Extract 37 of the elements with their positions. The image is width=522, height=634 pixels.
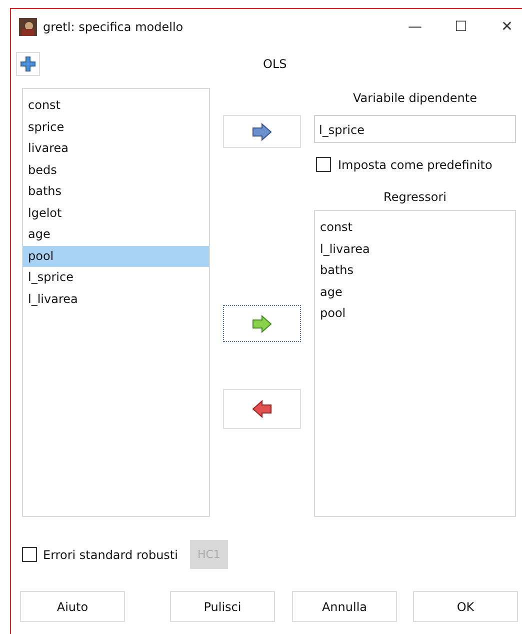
regressor-item[interactable]: age (315, 282, 515, 303)
ok-button[interactable]: OK (413, 591, 518, 622)
app-icon (19, 18, 37, 36)
variable-item[interactable]: sprice (23, 116, 209, 138)
clear-button[interactable]: Pulisci (170, 591, 275, 622)
regressor-item[interactable]: baths (315, 260, 515, 282)
window-title: gretl: specifica modello (43, 20, 184, 34)
variable-item[interactable]: l_sprice (23, 267, 209, 288)
default-label: Imposta come predefinito (338, 158, 492, 172)
arrow-left-icon (252, 399, 272, 419)
regressors-label: Regressori (382, 189, 448, 206)
maximize-button[interactable]: ☐ (438, 19, 484, 35)
add-button[interactable] (16, 52, 40, 76)
cancel-button[interactable]: Annulla (292, 591, 397, 622)
minimize-button[interactable]: — (392, 19, 438, 35)
estimator-label: OLS (263, 57, 287, 71)
move-button[interactable] (223, 305, 301, 342)
arrow-right-icon (252, 314, 272, 334)
variable-item[interactable]: l_livarea (23, 288, 209, 310)
default-checkbox[interactable] (316, 157, 331, 172)
variable-item[interactable]: beds (23, 160, 209, 181)
variable-item[interactable]: pool (23, 246, 209, 267)
dependent-field[interactable]: l_sprice (314, 115, 516, 143)
robust-checkbox[interactable] (22, 547, 37, 562)
regressor-item[interactable]: pool (315, 303, 515, 324)
arrow-right-icon (252, 122, 272, 142)
regressor-item[interactable]: l_livarea (315, 238, 515, 260)
robust-label: Errori standard robusti (43, 548, 178, 562)
variable-item[interactable]: baths (23, 181, 209, 202)
variable-item[interactable]: livarea (23, 138, 209, 160)
close-button[interactable]: ✕ (484, 19, 522, 35)
variable-item[interactable]: const (23, 95, 209, 116)
regressor-item[interactable]: const (315, 217, 515, 238)
variable-item[interactable]: age (23, 224, 209, 246)
dependent-label: Variabile dipendente (352, 90, 478, 107)
help-button[interactable]: Aiuto (20, 591, 125, 622)
variable-item[interactable]: lgelot (23, 202, 209, 224)
